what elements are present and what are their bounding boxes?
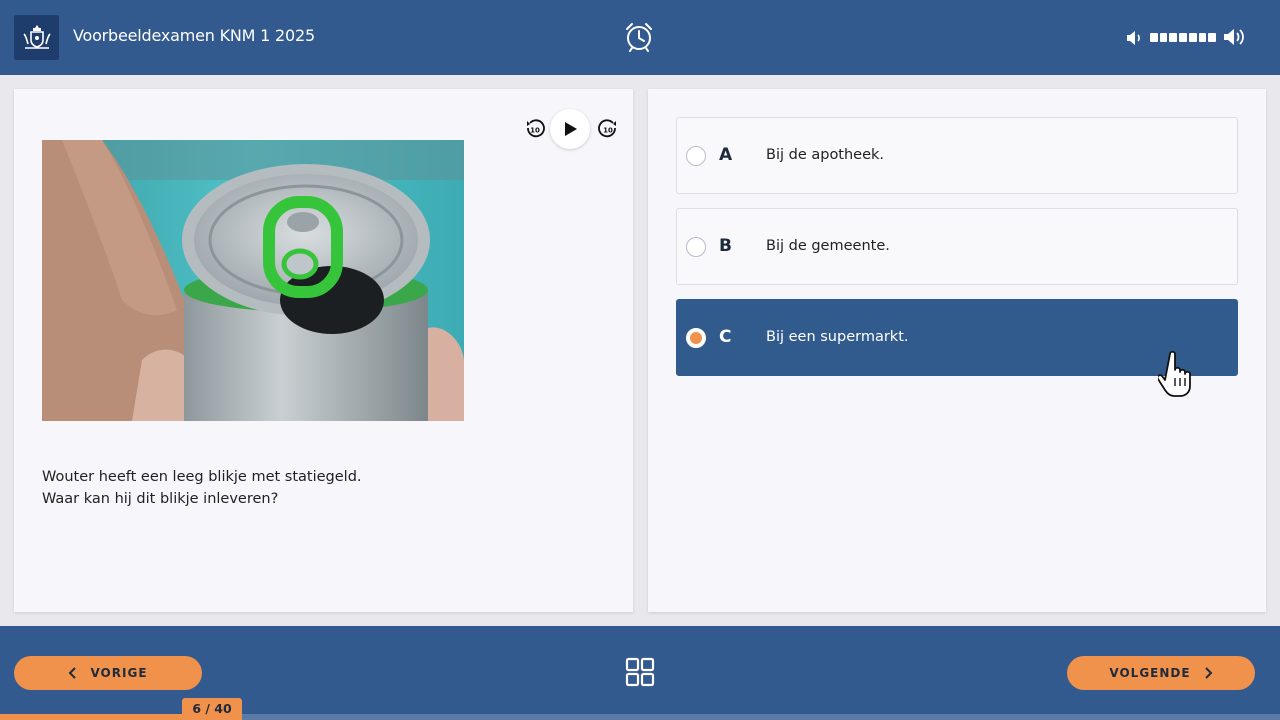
answer-option-b[interactable]: B Bij de gemeente. — [676, 208, 1238, 285]
option-letter: A — [719, 145, 733, 165]
volume-high-icon[interactable] — [1222, 26, 1246, 48]
exam-title: Voorbeeldexamen KNM 1 2025 — [73, 26, 315, 45]
progress-fill — [0, 714, 192, 720]
volume-low-icon[interactable] — [1124, 28, 1144, 48]
answer-option-a[interactable]: A Bij de apotheek. — [676, 117, 1238, 194]
option-text: Bij een supermarkt. — [766, 329, 909, 345]
rewind-label: 10 — [530, 127, 540, 135]
play-icon — [565, 122, 577, 136]
rewind-10-icon[interactable]: 10 — [524, 118, 546, 140]
option-text: Bij de apotheek. — [766, 147, 885, 163]
question-image — [42, 140, 464, 421]
next-label: VOLGENDE — [1109, 666, 1191, 680]
volume-slider[interactable] — [1150, 33, 1217, 42]
previous-button[interactable]: VORIGE — [14, 656, 202, 690]
option-text: Bij de gemeente. — [766, 238, 890, 254]
question-text: Wouter heeft een leeg blikje met statieg… — [42, 466, 602, 510]
forward-10-icon[interactable]: 10 — [597, 118, 619, 140]
radio-button[interactable] — [686, 146, 706, 166]
radio-button-selected[interactable] — [686, 328, 706, 348]
question-line-1: Wouter heeft een leeg blikje met statieg… — [42, 469, 362, 485]
radio-button[interactable] — [686, 237, 706, 257]
royal-coat-of-arms-icon — [14, 15, 59, 60]
bottom-bar: VORIGE VOLGENDE 6 / 40 — [0, 626, 1280, 720]
forward-label: 10 — [603, 127, 613, 135]
progress-counter: 6 / 40 — [182, 698, 242, 720]
option-letter: C — [719, 327, 732, 347]
previous-label: VORIGE — [90, 666, 148, 680]
grid-overview-icon[interactable] — [625, 657, 655, 687]
chevron-right-icon — [1204, 667, 1212, 679]
hand-pointer-cursor-icon — [1156, 348, 1198, 398]
chevron-left-icon — [69, 667, 77, 679]
play-button[interactable] — [550, 109, 590, 149]
next-button[interactable]: VOLGENDE — [1067, 656, 1255, 690]
answers-panel: A Bij de apotheek. B Bij de gemeente. C … — [648, 89, 1266, 612]
top-bar: Voorbeeldexamen KNM 1 2025 — [0, 0, 1280, 75]
option-letter: B — [719, 236, 732, 256]
answer-option-c[interactable]: C Bij een supermarkt. — [676, 299, 1238, 397]
question-panel: 10 10 Wouter heeft een leeg blikje met s… — [14, 89, 633, 612]
question-line-2: Waar kan hij dit blikje inleveren? — [42, 491, 279, 507]
alarm-clock-icon[interactable] — [622, 20, 656, 54]
